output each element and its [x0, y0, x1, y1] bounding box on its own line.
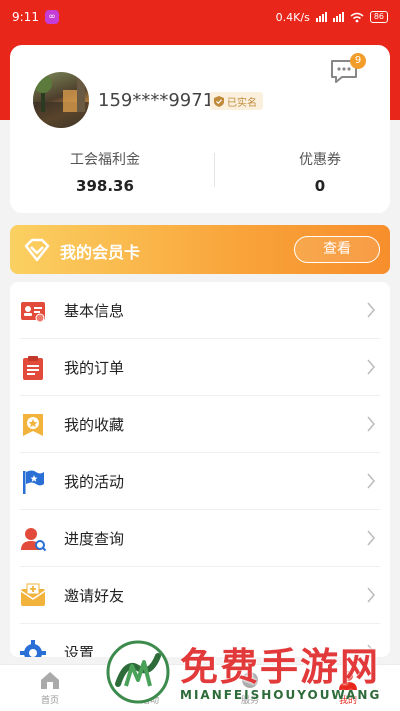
view-member-card-button[interactable]: 查看: [294, 236, 380, 263]
user-search-icon: [21, 528, 46, 552]
service-icon: [242, 672, 258, 688]
home-icon: [41, 672, 59, 689]
menu-item-basic-info[interactable]: 基本信息: [10, 282, 390, 339]
signal-icon: [315, 12, 327, 22]
battery-icon: 86: [369, 11, 388, 23]
member-card-title: 我的会员卡: [60, 243, 141, 262]
chevron-right-icon: [367, 473, 375, 489]
tab-label-home: 首页: [40, 696, 59, 706]
status-right: 0.4K/s 86: [276, 11, 388, 24]
tab-label-service: 服务: [240, 696, 259, 706]
coupon-label: 优惠券: [299, 152, 341, 168]
chevron-right-icon: [367, 359, 375, 375]
status-bar: 9:11 ∞ 0.4K/s 86: [0, 0, 400, 34]
tab-label-mine: 我的: [338, 696, 357, 706]
verified-badge: 已实名: [210, 92, 263, 110]
welfare-fund-label: 工会福利金: [70, 152, 140, 168]
tab-activity[interactable]: 活动: [120, 669, 180, 706]
chevron-right-icon: [367, 530, 375, 546]
menu-item-favorites[interactable]: 我的收藏: [10, 396, 390, 453]
activity-icon: [142, 672, 158, 688]
tab-service[interactable]: 服务: [220, 669, 280, 706]
menu-label-progress-query: 进度查询: [64, 530, 125, 548]
envelope-icon: [20, 583, 46, 606]
coupon-stat[interactable]: 优惠券 0: [245, 149, 395, 195]
network-speed: 0.4K/s: [275, 10, 310, 24]
clipboard-icon: [23, 356, 43, 380]
status-left: 9:11 ∞: [12, 10, 59, 24]
welfare-fund-stat[interactable]: 工会福利金 398.36: [30, 149, 180, 195]
flag-icon: [23, 470, 44, 494]
chevron-right-icon: [367, 302, 375, 318]
menu-label-my-activities: 我的活动: [64, 473, 125, 491]
phone-number: 159****9971: [98, 90, 215, 111]
menu-label-settings: 设置: [64, 644, 95, 657]
menu-item-settings[interactable]: 设置: [10, 624, 390, 657]
menu-label-my-orders: 我的订单: [64, 359, 125, 377]
person-icon: [339, 671, 357, 690]
menu-item-progress-query[interactable]: 进度查询: [10, 510, 390, 567]
id-card-icon: [21, 302, 45, 323]
menu-label-favorites: 我的收藏: [64, 416, 125, 434]
bottom-tab-bar: 首页 活动 服务 我的: [0, 664, 400, 711]
avatar[interactable]: [33, 72, 89, 128]
app-notification-icon: ∞: [44, 10, 59, 24]
coupon-value: 0: [314, 177, 326, 195]
tab-home[interactable]: 首页: [20, 669, 80, 706]
diamond-icon: [24, 238, 50, 262]
tab-label-activity: 活动: [140, 696, 159, 706]
chevron-right-icon: [367, 644, 375, 657]
stat-divider: [214, 153, 215, 187]
star-badge-icon: [23, 414, 43, 436]
menu-item-invite-friends[interactable]: 邀请好友: [10, 567, 390, 624]
verified-label: 已实名: [227, 97, 257, 109]
signal-2-icon: [332, 12, 344, 22]
menu-list: 基本信息 我的订单 我的收藏 我的活动 进度查询 邀请好友 设置: [10, 282, 390, 657]
profile-card: 159****9971 已实名 9 工会福利金 398.36 优惠券 0: [10, 45, 390, 213]
wifi-icon: [350, 12, 364, 22]
shield-check-icon: [214, 95, 224, 107]
menu-item-my-orders[interactable]: 我的订单: [10, 339, 390, 396]
tab-mine[interactable]: 我的: [318, 669, 378, 706]
status-time: 9:11: [12, 10, 39, 24]
welfare-fund-value: 398.36: [76, 177, 134, 195]
menu-label-basic-info: 基本信息: [64, 302, 125, 320]
chevron-right-icon: [367, 416, 375, 432]
chevron-right-icon: [367, 587, 375, 603]
menu-label-invite-friends: 邀请好友: [64, 587, 125, 605]
gear-icon: [20, 640, 46, 657]
member-card-bar[interactable]: 我的会员卡 查看: [10, 225, 390, 274]
menu-item-my-activities[interactable]: 我的活动: [10, 453, 390, 510]
message-count-badge: 9: [350, 53, 366, 69]
